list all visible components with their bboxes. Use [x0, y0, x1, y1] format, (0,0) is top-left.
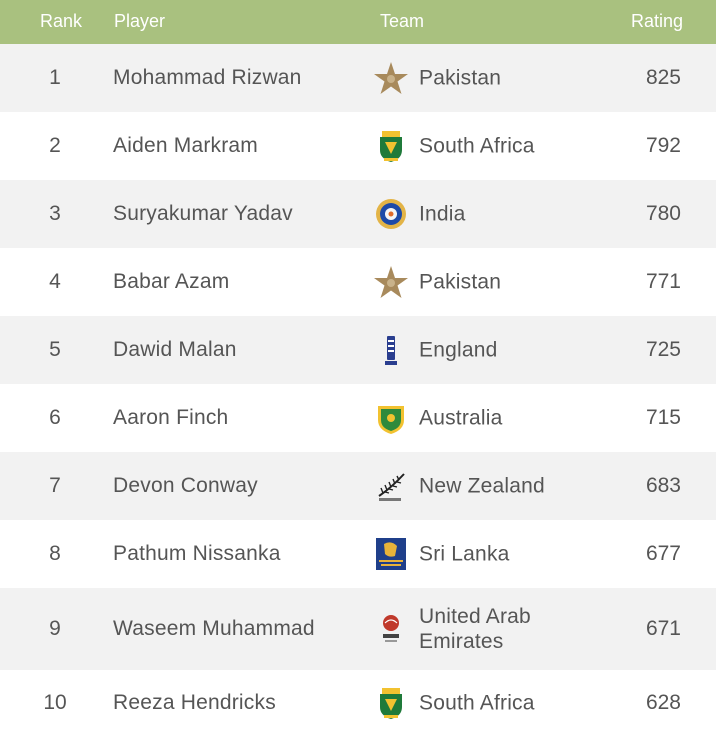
rating-cell: 683	[645, 474, 681, 497]
header-team[interactable]: Team	[380, 11, 424, 32]
team-name[interactable]: South Africa	[419, 134, 599, 159]
england-ecb-icon	[373, 332, 409, 368]
rank-cell: 1	[49, 66, 61, 89]
uae-cricket-icon	[373, 611, 409, 647]
table-row[interactable]: 9 Waseem Muhammad United Arab Emirates 6…	[0, 588, 716, 670]
table-row[interactable]: 10 Reeza Hendricks South Africa 628	[0, 670, 716, 736]
table-row[interactable]: 6 Aaron Finch Australia 715	[0, 384, 716, 452]
header-rating[interactable]: Rating	[631, 11, 683, 32]
table-header: Rank Player Team Rating	[0, 0, 716, 44]
new-zealand-fern-icon	[373, 468, 409, 504]
table-row[interactable]: 1 Mohammad Rizwan Pakistan 825	[0, 44, 716, 112]
rating-cell: 780	[645, 202, 681, 225]
rank-cell: 9	[49, 617, 61, 640]
australia-crest-icon	[373, 400, 409, 436]
rating-cell: 671	[645, 617, 681, 640]
rank-cell: 10	[43, 691, 67, 714]
rating-cell: 715	[645, 406, 681, 429]
team-name[interactable]: Australia	[419, 406, 599, 431]
player-name[interactable]: Aiden Markram	[113, 134, 258, 158]
team-name[interactable]: Pakistan	[419, 270, 599, 295]
table-row[interactable]: 7 Devon Conway New Zealand 683	[0, 452, 716, 520]
team-name[interactable]: Sri Lanka	[419, 542, 599, 567]
team-name[interactable]: United Arab Emirates	[419, 604, 599, 654]
rating-cell: 628	[645, 691, 681, 714]
rank-cell: 7	[49, 474, 61, 497]
player-name[interactable]: Reeza Hendricks	[113, 691, 276, 715]
rank-cell: 6	[49, 406, 61, 429]
rankings-table: Rank Player Team Rating 1 Mohammad Rizwa…	[0, 0, 716, 744]
table-row[interactable]: 8 Pathum Nissanka Sri Lanka 677	[0, 520, 716, 588]
rank-cell: 2	[49, 134, 61, 157]
team-name[interactable]: England	[419, 338, 599, 363]
rating-cell: 771	[645, 270, 681, 293]
header-player[interactable]: Player	[114, 11, 165, 32]
player-name[interactable]: Pathum Nissanka	[113, 542, 281, 566]
rank-cell: 5	[49, 338, 61, 361]
player-name[interactable]: Devon Conway	[113, 474, 258, 498]
team-name[interactable]: Pakistan	[419, 66, 599, 91]
header-rank[interactable]: Rank	[40, 11, 82, 32]
table-row[interactable]: 2 Aiden Markram South Africa 792	[0, 112, 716, 180]
player-name[interactable]: Babar Azam	[113, 270, 229, 294]
player-name[interactable]: Dawid Malan	[113, 338, 237, 362]
rating-cell: 677	[645, 542, 681, 565]
rating-cell: 792	[645, 134, 681, 157]
rating-cell: 825	[645, 66, 681, 89]
team-name[interactable]: South Africa	[419, 691, 599, 716]
player-name[interactable]: Mohammad Rizwan	[113, 66, 302, 90]
table-row[interactable]: 3 Suryakumar Yadav India 780	[0, 180, 716, 248]
table-body: 1 Mohammad Rizwan Pakistan 825 2 Aiden M…	[0, 44, 716, 736]
player-name[interactable]: Aaron Finch	[113, 406, 228, 430]
player-name[interactable]: Waseem Muhammad	[113, 617, 315, 641]
pakistan-star-icon	[373, 264, 409, 300]
south-africa-crest-icon	[373, 128, 409, 164]
india-bcci-icon	[373, 196, 409, 232]
sri-lanka-lion-icon	[373, 536, 409, 572]
pakistan-star-icon	[373, 60, 409, 96]
team-name[interactable]: New Zealand	[419, 474, 599, 499]
table-row[interactable]: 5 Dawid Malan England 725	[0, 316, 716, 384]
rating-cell: 725	[645, 338, 681, 361]
rank-cell: 8	[49, 542, 61, 565]
table-row[interactable]: 4 Babar Azam Pakistan 771	[0, 248, 716, 316]
rank-cell: 3	[49, 202, 61, 225]
south-africa-crest-icon	[373, 685, 409, 721]
team-name[interactable]: India	[419, 202, 599, 227]
rank-cell: 4	[49, 270, 61, 293]
player-name[interactable]: Suryakumar Yadav	[113, 202, 293, 226]
